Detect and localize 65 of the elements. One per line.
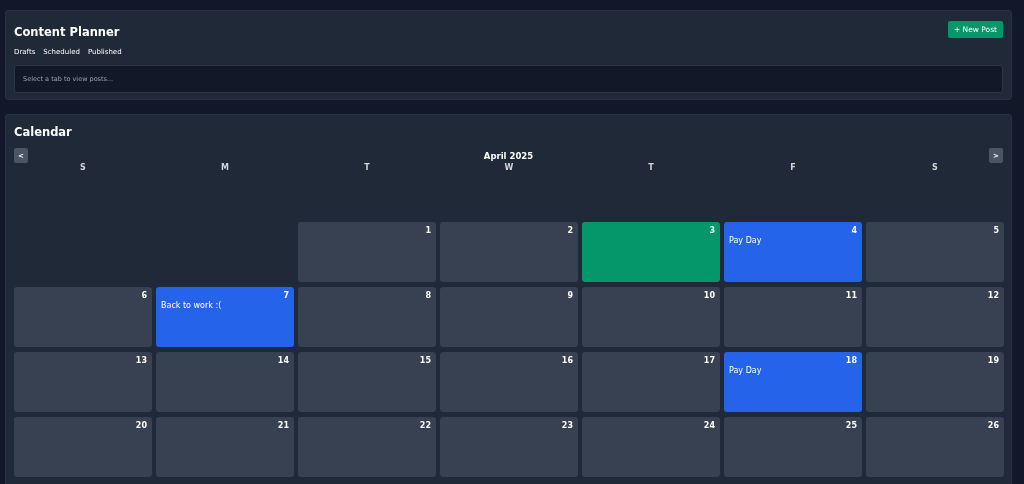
day-cell[interactable]: 11: [724, 287, 862, 347]
weekday-label: M: [221, 163, 229, 172]
day-number: 15: [419, 356, 431, 365]
day-cell[interactable]: 2: [440, 222, 578, 282]
day-number: 11: [845, 291, 857, 300]
day-cell[interactable]: 1: [298, 222, 436, 282]
day-cell[interactable]: 20: [14, 417, 152, 477]
day-cell[interactable]: 26: [866, 417, 1004, 477]
event-day-cell[interactable]: 7 Back to work :(: [156, 287, 294, 347]
day-number: 17: [703, 356, 715, 365]
day-cell[interactable]: 21: [156, 417, 294, 477]
day-cell[interactable]: 6: [14, 287, 152, 347]
day-cell[interactable]: 14: [156, 352, 294, 412]
day-cell[interactable]: 16: [440, 352, 578, 412]
weekday-label: S: [80, 163, 86, 172]
day-cell[interactable]: 23: [440, 417, 578, 477]
day-cell[interactable]: 10: [582, 287, 720, 347]
day-number: 16: [561, 356, 573, 365]
day-number: 22: [419, 421, 431, 430]
day-cell[interactable]: 17: [582, 352, 720, 412]
day-number: 4: [851, 226, 857, 235]
weekday-label: W: [504, 163, 514, 172]
event-title: Back to work :(: [161, 301, 223, 310]
event-day-cell[interactable]: 18 Pay Day: [724, 352, 862, 412]
day-cell[interactable]: 9: [440, 287, 578, 347]
day-cell[interactable]: 13: [14, 352, 152, 412]
day-number: 3: [709, 226, 715, 235]
day-cell[interactable]: 12: [866, 287, 1004, 347]
day-cell[interactable]: 3: [582, 222, 720, 282]
day-number: 2: [567, 226, 573, 235]
day-number: 23: [561, 421, 573, 430]
event-title: Pay Day: [729, 236, 763, 245]
day-cell[interactable]: 22: [298, 417, 436, 477]
weekday-label: T: [364, 163, 370, 172]
month-label: April 2025: [483, 150, 534, 161]
day-number: 21: [277, 421, 289, 430]
day-number: 25: [845, 421, 857, 430]
weekday-label: S: [932, 163, 938, 172]
day-number: 19: [987, 356, 999, 365]
day-cell[interactable]: 8: [298, 287, 436, 347]
day-number: 1: [425, 226, 431, 235]
weekday-label: T: [648, 163, 654, 172]
day-number: 5: [993, 226, 999, 235]
day-cell[interactable]: 24: [582, 417, 720, 477]
day-cell[interactable]: 5: [866, 222, 1004, 282]
panel-title: Calendar: [14, 125, 73, 139]
day-cell[interactable]: 25: [724, 417, 862, 477]
day-number: 13: [135, 356, 147, 365]
day-cell[interactable]: 15: [298, 352, 436, 412]
day-number: 7: [283, 291, 289, 300]
day-cell[interactable]: 19: [866, 352, 1004, 412]
day-number: 14: [277, 356, 289, 365]
day-number: 26: [987, 421, 999, 430]
day-number: 6: [141, 291, 147, 300]
day-number: 24: [703, 421, 715, 430]
event-title: Pay Day: [729, 366, 763, 375]
event-day-cell[interactable]: 4 Pay Day: [724, 222, 862, 282]
day-number: 12: [987, 291, 999, 300]
day-number: 9: [567, 291, 573, 300]
day-number: 20: [135, 421, 147, 430]
weekday-label: F: [790, 163, 796, 172]
day-number: 10: [703, 291, 715, 300]
day-number: 8: [425, 291, 431, 300]
panel-title: Content Planner: [14, 24, 120, 39]
day-number: 18: [845, 356, 857, 365]
